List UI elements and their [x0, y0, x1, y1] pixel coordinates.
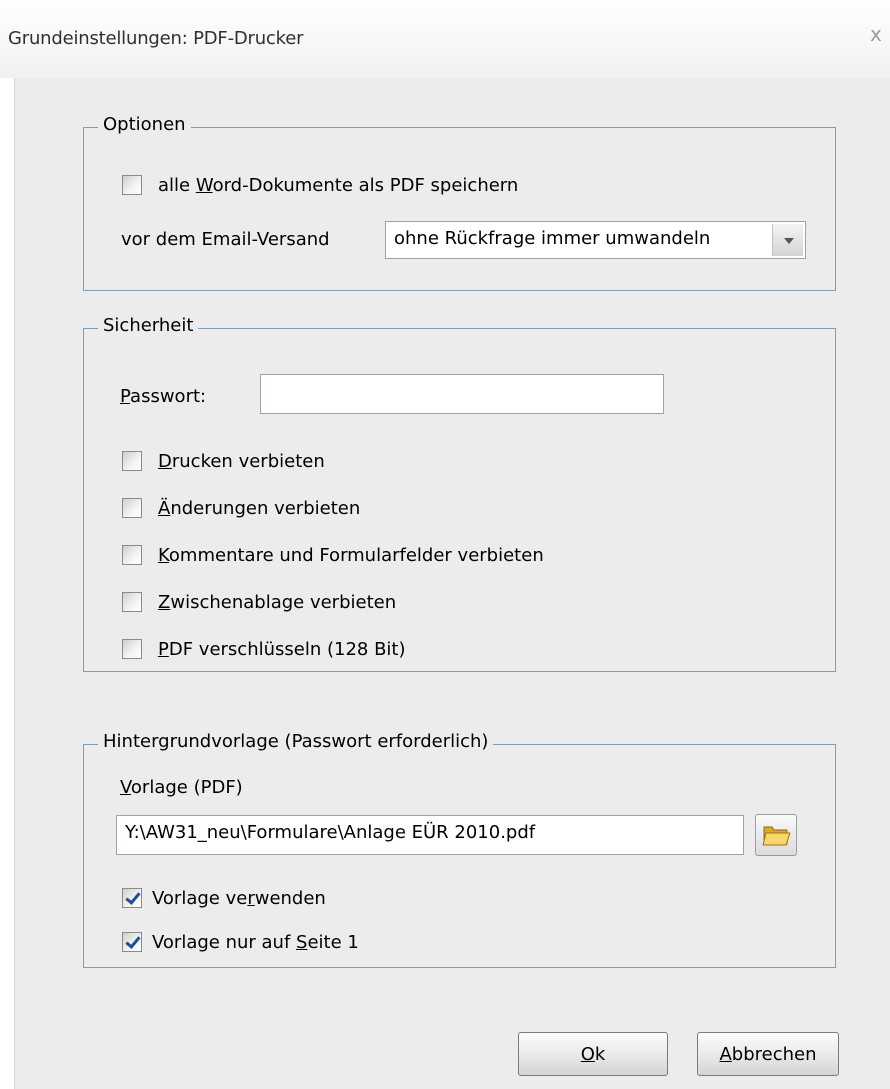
label-access-key: D — [158, 450, 172, 472]
label-part: alle — [158, 174, 196, 196]
checkbox-box[interactable] — [122, 545, 142, 565]
label-part: orlage (PDF) — [130, 777, 243, 798]
template-page1-only-checkbox[interactable]: Vorlage nur auf Seite 1 — [122, 929, 359, 955]
cancel-button[interactable]: Abbrechen — [697, 1032, 839, 1076]
checkbox-box[interactable] — [122, 451, 142, 471]
save-all-word-as-pdf-label: alle Word-Dokumente als PDF speichern — [158, 175, 518, 196]
template-path-value: Y:\AW31_neu\Formulare\Anlage EÜR 2010.pd… — [125, 822, 536, 843]
label-access-key: P — [120, 386, 131, 407]
label-part: DF verschlüsseln (128 Bit) — [168, 638, 406, 660]
forbid-printing-checkbox[interactable]: Drucken verbieten — [122, 448, 325, 474]
group-sicherheit: Sicherheit Passwort: Drucken verbieten Ä… — [83, 315, 836, 672]
label-access-key: K — [158, 544, 169, 566]
label-access-key: Ä — [158, 497, 171, 519]
checkbox-box[interactable] — [122, 639, 142, 659]
password-input[interactable] — [260, 374, 664, 414]
folder-open-icon — [762, 826, 791, 846]
group-hintergrundvorlage: Hintergrundvorlage (Passwort erforderlic… — [83, 731, 836, 968]
save-all-word-as-pdf-checkbox[interactable]: alle Word-Dokumente als PDF speichern — [122, 172, 518, 198]
template-path-input[interactable]: Y:\AW31_neu\Formulare\Anlage EÜR 2010.pd… — [116, 815, 744, 855]
window-title: Grundeinstellungen: PDF-Drucker — [8, 28, 304, 49]
label-part: wischenablage verbieten — [170, 591, 397, 613]
forbid-printing-label: Drucken verbieten — [158, 451, 325, 472]
label-part: ommentare und Formularfelder verbieten — [168, 544, 544, 566]
forbid-clipboard-label: Zwischenablage verbieten — [158, 592, 396, 613]
use-template-checkbox[interactable]: Vorlage verwenden — [122, 885, 326, 911]
label-part: rucken verbieten — [171, 450, 325, 472]
label-access-key: O — [580, 1043, 595, 1065]
group-optionen-legend: Optionen — [98, 114, 191, 135]
window-titlebar: Grundeinstellungen: PDF-Drucker x — [0, 0, 890, 78]
email-conversion-select-value: ohne Rückfrage immer umwandeln — [394, 228, 711, 249]
label-access-key: W — [195, 174, 213, 196]
label-part: wenden — [254, 887, 326, 909]
group-sicherheit-legend: Sicherheit — [98, 315, 199, 336]
label-part: ord-Dokumente als PDF speichern — [212, 174, 519, 196]
cancel-button-label: bbrechen — [731, 1043, 817, 1065]
use-template-label: Vorlage verwenden — [152, 888, 326, 909]
password-label: Passwort: — [120, 386, 206, 407]
group-hintergrund-legend: Hintergrundvorlage (Passwort erforderlic… — [98, 731, 494, 752]
checkbox-box[interactable] — [122, 498, 142, 518]
template-label: Vorlage (PDF) — [120, 777, 243, 798]
browse-template-button[interactable] — [755, 814, 797, 856]
forbid-comments-checkbox[interactable]: Kommentare und Formularfelder verbieten — [122, 542, 544, 568]
group-optionen: Optionen alle Word-Dokumente als PDF spe… — [83, 114, 836, 291]
dialog-body: Optionen alle Word-Dokumente als PDF spe… — [14, 78, 890, 1089]
forbid-changes-checkbox[interactable]: Änderungen verbieten — [122, 495, 360, 521]
encrypt-pdf-checkbox[interactable]: PDF verschlüsseln (128 Bit) — [122, 636, 406, 662]
chevron-down-icon[interactable] — [772, 224, 803, 256]
ok-button-label: k — [594, 1043, 606, 1065]
label-access-key: V — [120, 777, 131, 798]
email-conversion-select[interactable]: ohne Rückfrage immer umwandeln — [385, 221, 806, 259]
checkbox-box[interactable] — [122, 175, 142, 195]
checkmark-icon[interactable] — [122, 932, 142, 952]
checkbox-box[interactable] — [122, 592, 142, 612]
checkmark-icon[interactable] — [122, 888, 142, 908]
email-dispatch-label: vor dem Email-Versand — [121, 229, 330, 250]
close-icon[interactable]: x — [870, 22, 882, 46]
label-part: Vorlage ve — [152, 887, 248, 909]
label-access-key: A — [719, 1043, 732, 1065]
label-part: Vorlage nur auf — [152, 931, 297, 953]
encrypt-pdf-label: PDF verschlüsseln (128 Bit) — [158, 639, 406, 660]
label-part: asswort: — [130, 386, 207, 407]
forbid-changes-label: Änderungen verbieten — [158, 498, 360, 519]
template-page1-only-label: Vorlage nur auf Seite 1 — [152, 932, 359, 953]
label-part: nderungen verbieten — [170, 497, 361, 519]
label-access-key: Z — [158, 591, 171, 613]
label-part: eite 1 — [307, 931, 359, 953]
ok-button[interactable]: Ok — [518, 1032, 668, 1076]
label-access-key: P — [158, 638, 169, 660]
forbid-clipboard-checkbox[interactable]: Zwischenablage verbieten — [122, 589, 396, 615]
label-access-key: S — [296, 931, 308, 953]
forbid-comments-label: Kommentare und Formularfelder verbieten — [158, 545, 544, 566]
label-access-key: r — [247, 887, 255, 909]
